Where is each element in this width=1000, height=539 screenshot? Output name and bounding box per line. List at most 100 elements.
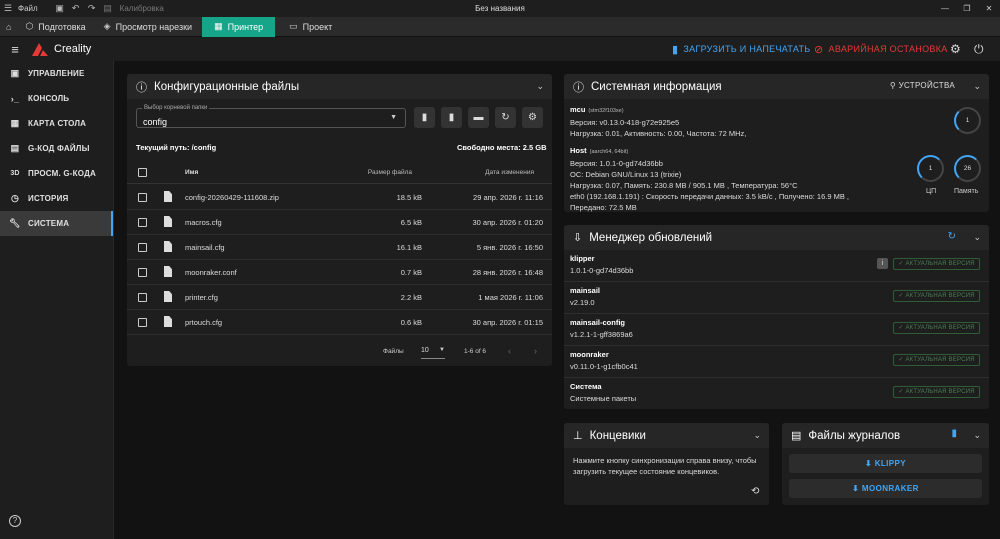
- sidebar-item-label: G-КОД ФАЙЛЫ: [28, 144, 90, 153]
- row-checkbox[interactable]: [138, 193, 147, 202]
- new-file-button[interactable]: ▮: [414, 107, 435, 128]
- settings-button[interactable]: ⚙: [522, 107, 543, 128]
- chevron-down-icon[interactable]: ⌄: [753, 430, 761, 441]
- info-icon[interactable]: i: [877, 258, 888, 269]
- wrench-icon: 🔧︎: [9, 218, 21, 228]
- upload-file-button[interactable]: ▮: [441, 107, 462, 128]
- chevron-down-icon[interactable]: ⌄: [973, 430, 981, 441]
- devices-button[interactable]: ⚲ УСТРОЙСТВА: [890, 81, 955, 90]
- moonraker-log-button[interactable]: ⬇ MOONRAKER: [789, 479, 982, 498]
- row-checkbox[interactable]: [138, 218, 147, 227]
- undo-icon[interactable]: ↶: [68, 3, 84, 14]
- table-row[interactable]: config-20260429-111608.zip 18.5 kB 29 ап…: [127, 185, 552, 210]
- select-all-checkbox[interactable]: [138, 168, 147, 177]
- tab-printer[interactable]: ▦ Принтер: [202, 16, 276, 37]
- status-text: АКТУАЛЬНАЯ ВЕРСИЯ: [905, 261, 975, 267]
- col-size[interactable]: Размер файла: [368, 169, 412, 176]
- update-name: Система: [570, 382, 602, 391]
- settings-icon[interactable]: ⚙: [950, 42, 961, 56]
- col-date[interactable]: Дата изменения: [485, 169, 534, 176]
- file-name: prtouch.cfg: [185, 318, 223, 327]
- save-icon[interactable]: ▣: [52, 3, 68, 14]
- sidebar-item-heightmap[interactable]: ▦ КАРТА СТОЛА: [0, 111, 113, 136]
- info-icon: ⓘ: [573, 81, 584, 94]
- power-icon[interactable]: ⏻: [974, 42, 984, 57]
- hamburger-icon[interactable]: ≡: [0, 42, 30, 57]
- sidebar-item-dashboard[interactable]: ▣ УПРАВЛЕНИЕ: [0, 61, 113, 86]
- grid-icon: ▦: [10, 118, 20, 128]
- chevron-down-icon[interactable]: ⌄: [536, 81, 544, 92]
- sidebar-item-console[interactable]: ›_ КОНСОЛЬ: [0, 86, 113, 111]
- file-icon: [164, 266, 172, 277]
- refresh-icon[interactable]: ↻: [948, 231, 956, 242]
- table-row[interactable]: prtouch.cfg 0.6 kB 30 апр. 2026 г. 01:15: [127, 310, 552, 335]
- table-row[interactable]: macros.cfg 6.5 kB 30 апр. 2026 г. 01:20: [127, 210, 552, 235]
- sidebar-item-gcode-files[interactable]: ▤ G-КОД ФАЙЛЫ: [0, 136, 113, 161]
- row-checkbox[interactable]: [138, 293, 147, 302]
- tab-preview[interactable]: ◈ Просмотр нарезки: [96, 17, 202, 37]
- sync-icon[interactable]: ⟲: [751, 486, 759, 497]
- tab-project[interactable]: ▭ Проект: [275, 17, 342, 37]
- file-date: 5 янв. 2026 г. 16:50: [476, 243, 543, 252]
- file-icon: [164, 316, 172, 327]
- file-download-icon[interactable]: ▮: [951, 428, 957, 439]
- close-icon[interactable]: ✕: [978, 0, 1000, 17]
- status-badge: ✓ АКТУАЛЬНАЯ ВЕРСИЯ: [893, 258, 980, 270]
- file-date: 28 янв. 2026 г. 16:48: [472, 268, 543, 277]
- rows-per-page-select[interactable]: 10 ▼: [421, 347, 445, 359]
- prev-page-icon[interactable]: ‹: [508, 346, 511, 356]
- sidebar-item-system[interactable]: 🔧︎ СИСТЕМА: [0, 211, 113, 236]
- menu-icon[interactable]: ☰: [0, 3, 16, 14]
- host-info: Host (aarch64, 64bit) Версия: 1.0.1-0-gd7…: [570, 145, 849, 213]
- cube-icon: ⬡: [25, 21, 34, 31]
- chevron-down-icon[interactable]: ⌄: [973, 232, 981, 243]
- minimize-icon[interactable]: —: [934, 0, 956, 17]
- home-tab[interactable]: ⌂: [0, 17, 17, 37]
- new-folder-button[interactable]: ▬: [468, 107, 489, 128]
- host-version: Версия: 1.0.1-0-gd74d36bb: [570, 159, 663, 168]
- klippy-log-button[interactable]: ⬇ KLIPPY: [789, 454, 982, 473]
- free-space: Свободно места: 2.5 GB: [457, 143, 547, 152]
- table-row[interactable]: moonraker.conf 0.7 kB 28 янв. 2026 г. 16…: [127, 260, 552, 285]
- refresh-button[interactable]: ↻: [495, 107, 516, 128]
- endstops-header: ⊥ Концевики ⌄: [564, 423, 769, 448]
- update-name: mainsail-config: [570, 318, 626, 327]
- moonraker-label: MOONRAKER: [861, 484, 919, 493]
- host-net: eth0 (192.168.1.191) : Скорость передачи…: [570, 192, 850, 201]
- row-checkbox[interactable]: [138, 243, 147, 252]
- emergency-stop-label: АВАРИЙНАЯ ОСТАНОВКА: [828, 44, 948, 54]
- file-date: 29 апр. 2026 г. 11:16: [473, 193, 543, 202]
- sidebar-item-gcode-viewer[interactable]: 3D ПРОСМ. G-КОДА: [0, 161, 113, 186]
- cpu-gauge: 1: [917, 155, 944, 182]
- tab-prepare[interactable]: ⬡ Подготовка: [17, 17, 95, 37]
- calibration-icon[interactable]: ▤: [100, 3, 116, 14]
- chevron-down-icon[interactable]: ⌄: [973, 81, 981, 92]
- row-checkbox[interactable]: [138, 318, 147, 327]
- mcu-chip: (stm32f103xe): [588, 108, 624, 114]
- upload-print-button[interactable]: ▮ ЗАГРУЗИТЬ И НАПЕЧАТАТЬ: [672, 37, 810, 61]
- row-checkbox[interactable]: [138, 268, 147, 277]
- root-folder-select[interactable]: config ▼: [136, 108, 406, 128]
- table-row[interactable]: printer.cfg 2.2 kB 1 мая 2026 г. 11:06: [127, 285, 552, 310]
- panel-title: Менеджер обновлений: [589, 231, 713, 244]
- console-icon: ›_: [10, 93, 20, 104]
- file-name: moonraker.conf: [185, 268, 237, 277]
- table-row[interactable]: mainsail.cfg 16.1 kB 5 янв. 2026 г. 16:5…: [127, 235, 552, 260]
- update-item-klipper: klipper 1.0.1-0-gd74d36bb i ✓ АКТУАЛЬНАЯ…: [564, 250, 989, 282]
- sidebar-item-label: КАРТА СТОЛА: [28, 119, 87, 128]
- maximize-icon[interactable]: ❐: [956, 0, 978, 17]
- file-menu[interactable]: Файл: [18, 4, 38, 13]
- status-text: АКТУАЛЬНАЯ ВЕРСИЯ: [905, 325, 975, 331]
- emergency-stop-button[interactable]: ⊘ АВАРИЙНАЯ ОСТАНОВКА: [814, 37, 948, 61]
- sidebar-item-label: ПРОСМ. G-КОДА: [28, 169, 96, 178]
- col-name[interactable]: Имя: [185, 169, 198, 176]
- next-page-icon[interactable]: ›: [534, 346, 537, 356]
- update-name: moonraker: [570, 350, 609, 359]
- redo-icon[interactable]: ↷: [84, 3, 100, 14]
- file-date: 30 апр. 2026 г. 01:20: [472, 218, 543, 227]
- sidebar-item-history[interactable]: ◷ ИСТОРИЯ: [0, 186, 113, 211]
- calibration-menu[interactable]: Калибровка: [120, 4, 164, 13]
- memory-label: Память: [954, 188, 979, 195]
- help-icon[interactable]: ?: [9, 515, 21, 527]
- status-text: АКТУАЛЬНАЯ ВЕРСИЯ: [905, 389, 975, 395]
